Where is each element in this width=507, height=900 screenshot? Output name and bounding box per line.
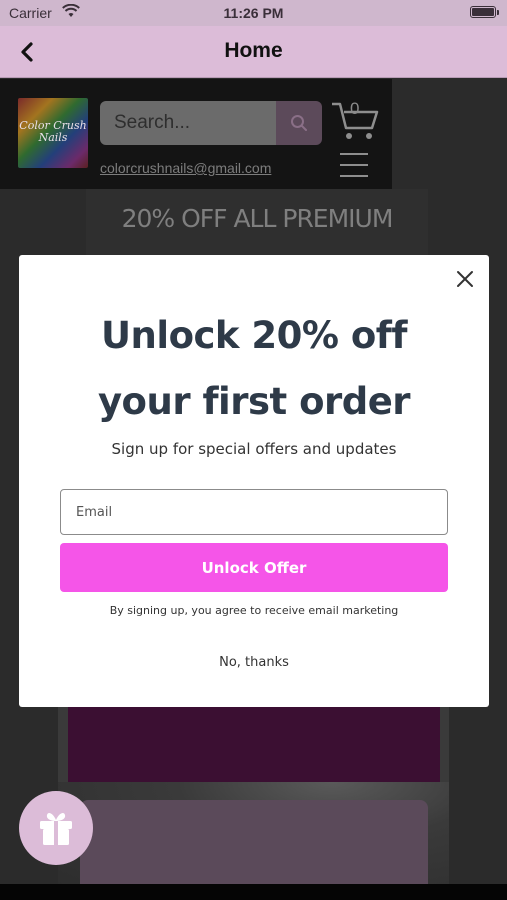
status-time: 11:26 PM <box>223 5 284 21</box>
site-search-input[interactable]: Search... <box>100 101 276 145</box>
page-title: Home <box>224 39 283 62</box>
product-image <box>68 706 440 782</box>
gift-button[interactable] <box>19 791 93 865</box>
modal-title: Unlock 20% off your first order <box>19 303 489 435</box>
disclaimer-text: By signing up, you agree to receive emai… <box>109 604 399 617</box>
battery-icon <box>470 6 496 18</box>
email-field[interactable] <box>60 489 448 535</box>
site-logo[interactable]: Color Crush Nails <box>18 98 88 168</box>
no-thanks-button[interactable]: No, thanks <box>204 655 304 670</box>
promo-banner: 20% OFF ALL PREMIUM <box>86 189 428 259</box>
product-card <box>80 800 428 886</box>
battery-tip <box>497 10 499 15</box>
modal-subtitle: Sign up for special offers and updates <box>111 440 397 458</box>
search-icon <box>291 115 307 131</box>
signup-modal: Unlock 20% off your first order Sign up … <box>19 255 489 707</box>
nav-bar: Home <box>0 26 507 78</box>
close-icon[interactable] <box>453 267 477 291</box>
site-email-link[interactable]: colorcrushnails@gmail.com <box>100 160 271 176</box>
modal-title-line1: Unlock 20% off <box>101 314 407 357</box>
unlock-offer-button[interactable]: Unlock Offer <box>60 543 448 592</box>
cart-count: 0 <box>350 99 360 118</box>
modal-title-line2: your first order <box>97 380 411 423</box>
site-search-button[interactable] <box>276 101 322 145</box>
hamburger-menu-icon[interactable] <box>340 153 368 179</box>
status-bar: Carrier 11:26 PM <box>0 0 507 26</box>
gift-icon <box>40 812 72 845</box>
bottom-bar <box>0 884 507 900</box>
